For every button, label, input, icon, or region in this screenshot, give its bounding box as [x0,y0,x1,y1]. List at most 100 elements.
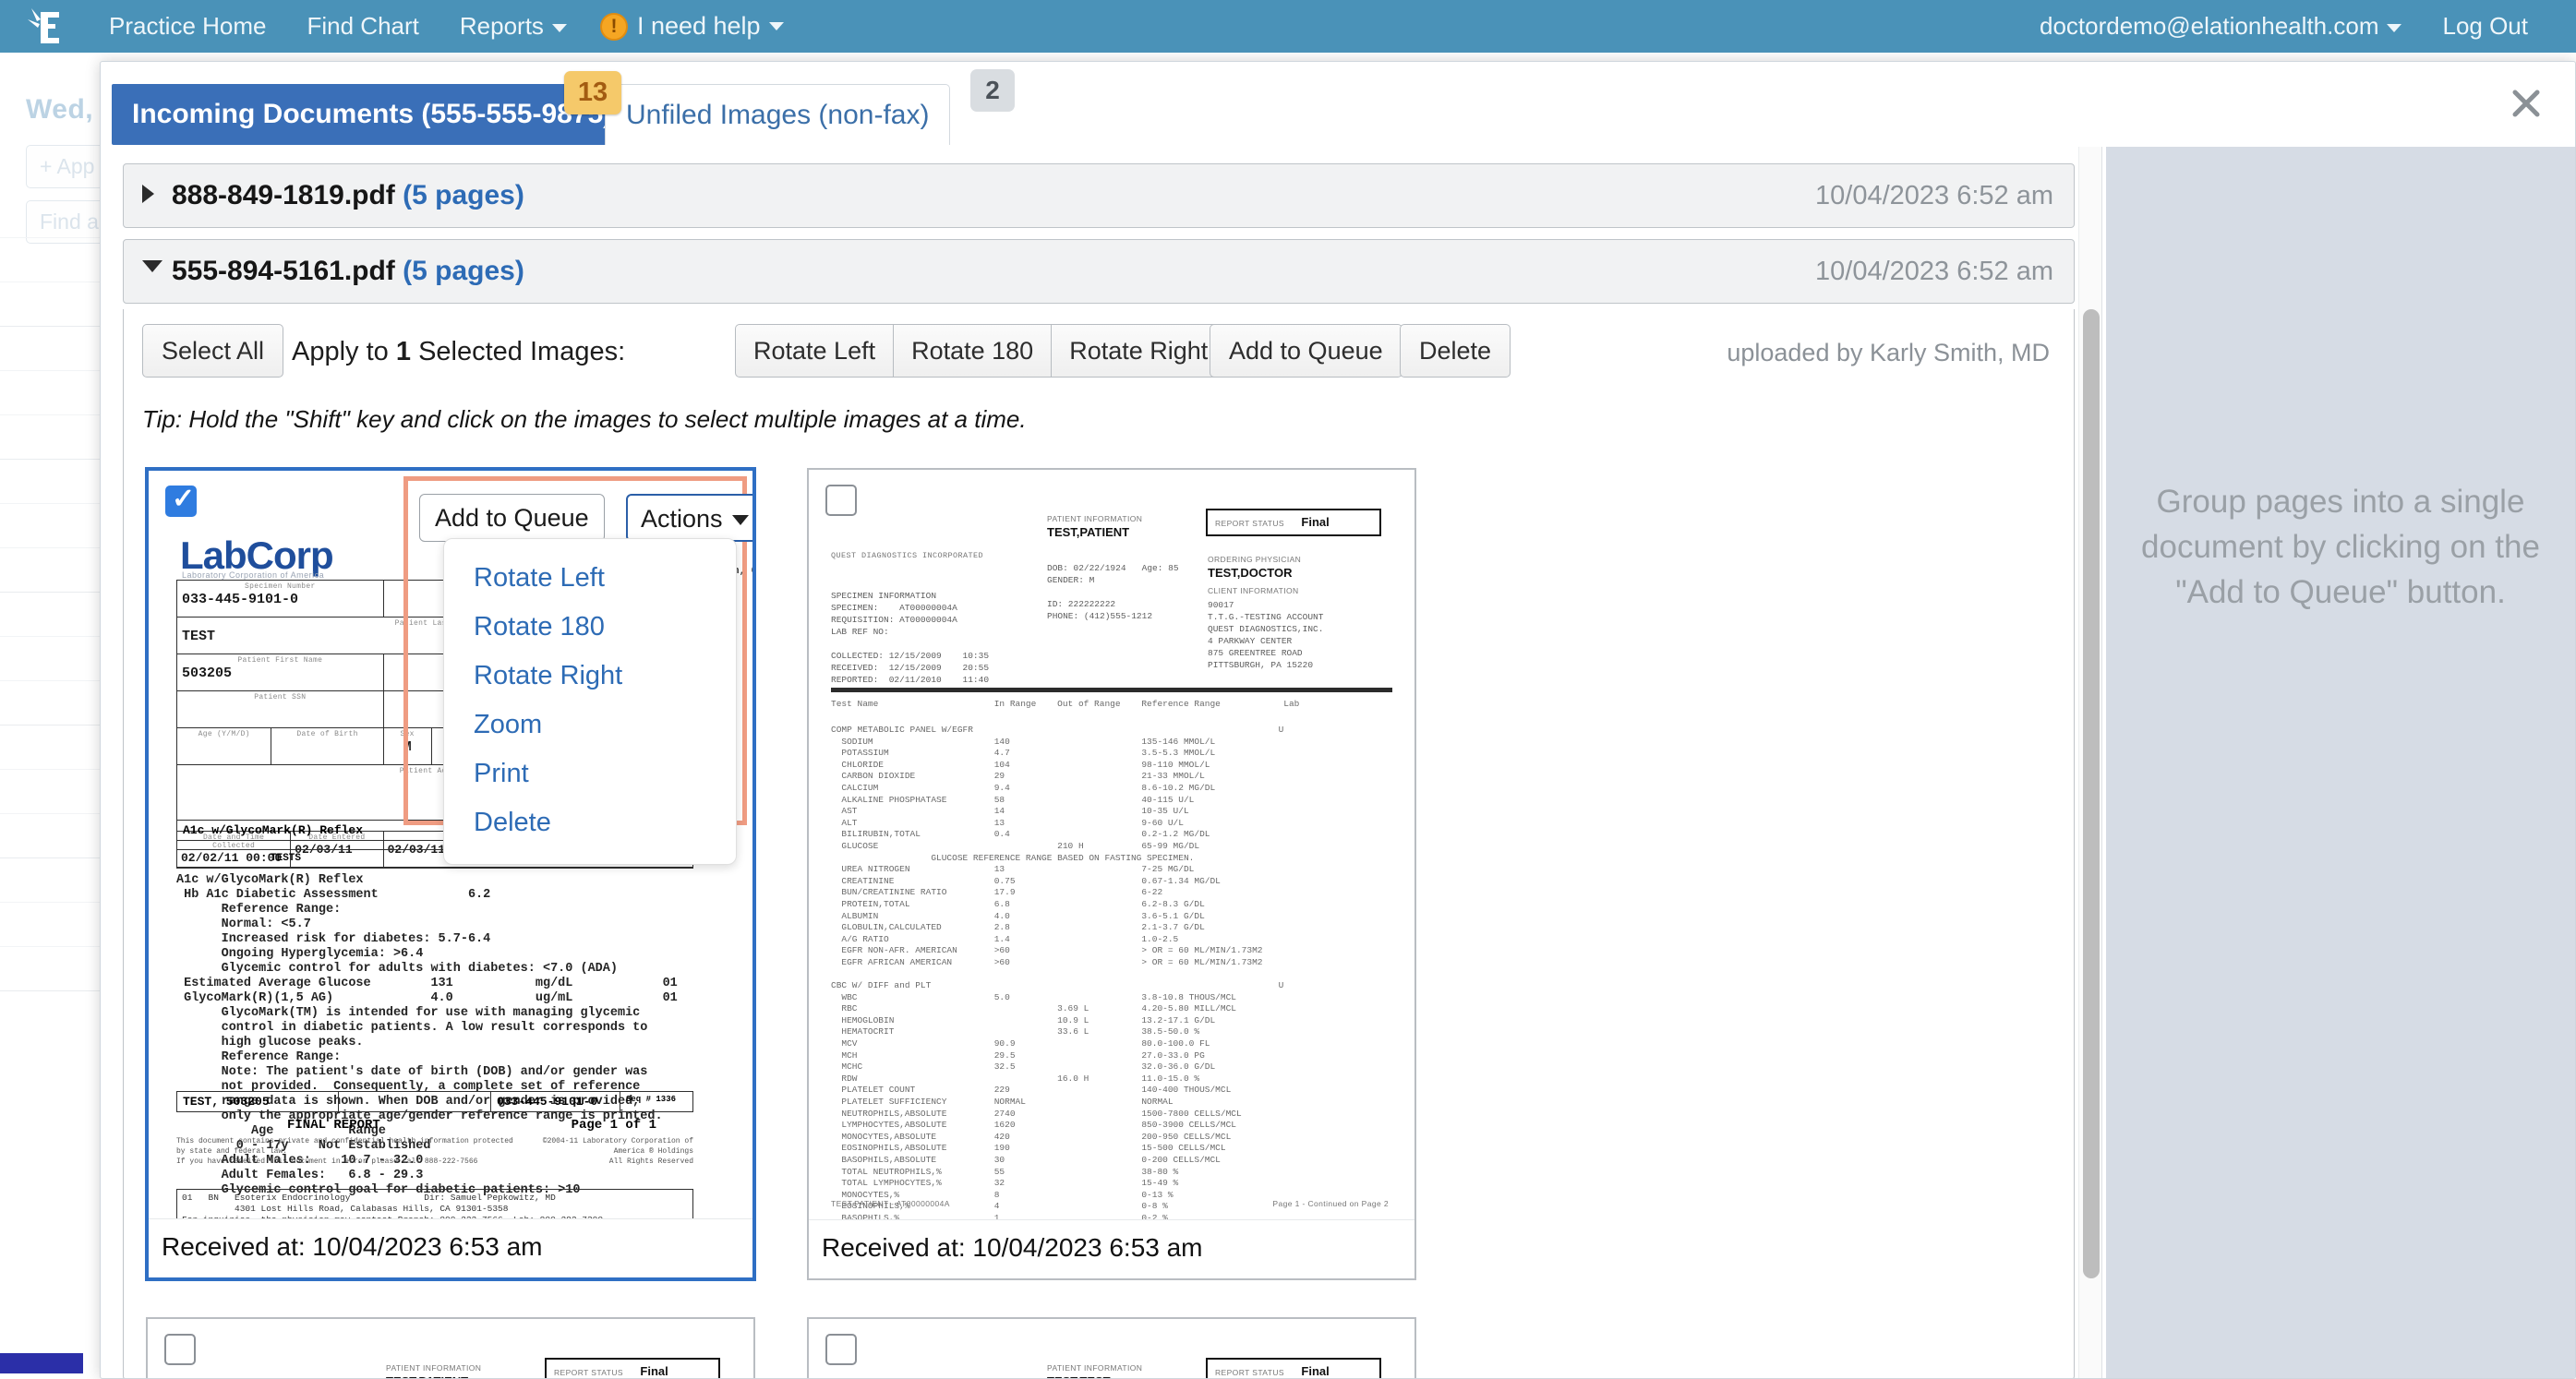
quest-ordering-name: TEST,DOCTOR [1208,566,1293,580]
scanned-page-3: PATIENT INFORMATION TEST,PATIENT REPORT … [148,1319,753,1378]
quest-report-status: Final [1301,515,1330,529]
scrollbar-thumb[interactable] [2083,309,2100,1278]
quest-ordering-label: ORDERING PHYSICIAN [1208,555,1302,564]
menu-item-delete[interactable]: Delete [444,798,736,847]
quest-specimen-block: SPECIMEN INFORMATION SPECIMEN: AT0000000… [831,591,990,685]
document-row-collapsed[interactable]: 888-849-1819.pdf (5 pages) 10/04/2023 6:… [123,163,2075,228]
apply-suffix: Selected Images: [418,337,626,366]
nav-practice-home[interactable]: Practice Home [89,0,287,53]
quest-report-status-box: REPORT STATUS Final [1206,509,1381,536]
document-name-2: 555-894-5161.pdf (5 pages) [172,256,524,287]
nav-help-label: I need help [636,12,761,40]
nav-i-need-help[interactable]: ! I need help [587,0,784,53]
quest-report-status-box-4: REPORT STATUS Final [1206,1358,1381,1378]
doc-filename-2: 555-894-5161.pdf [172,256,395,286]
delete-button[interactable]: Delete [1400,324,1511,378]
image-toolbar: Select All Apply to 1 Selected Images: R… [124,309,2074,392]
labcorp-final-report: FINAL REPORT [287,1118,380,1133]
quest-report-status-label-3: REPORT STATUS [554,1368,623,1377]
chevron-down-icon-doc[interactable] [142,260,163,272]
thumbnail-page-1[interactable]: LabCorp Laboratory Corporation of Americ… [146,468,755,1280]
thumbnail-page-2[interactable]: QUEST DIAGNOSTICS INCORPORATED SPECIMEN … [807,468,1416,1280]
document-name-1: 888-849-1819.pdf (5 pages) [172,180,524,211]
overlay-actions-button[interactable]: Actions [626,494,752,542]
close-icon[interactable] [2505,82,2547,125]
badge-unfiled-count: 2 [970,69,1015,112]
logout-button[interactable]: Log Out [2422,0,2548,53]
rotate-180-button[interactable]: Rotate 180 [893,324,1052,378]
document-date-1: 10/04/2023 6:52 am [1815,181,2053,210]
quest-patient-label-3: PATIENT INFORMATION [386,1363,482,1373]
received-at-label-1: Received at: 10/04/2023 6:53 am [149,1218,752,1277]
select-all-button[interactable]: Select All [142,324,284,378]
labcorp-end-seq: Seq # 1336 [626,1095,677,1104]
thumbnail-checkbox-1[interactable] [165,483,197,517]
quest-client-block: 90017 T.T.G.-TESTING ACCOUNT QUEST DIAGN… [1208,600,1324,670]
thumbnail-checkbox-3[interactable] [164,1334,196,1365]
chevron-down-icon-account [2387,23,2402,32]
thumbnail-page-4[interactable]: PATIENT INFORMATION TEST,TEST REPORT STA… [807,1317,1416,1378]
scanned-page-2: QUEST DIAGNOSTICS INCORPORATED SPECIMEN … [809,470,1414,1223]
quest-patient-label-4: PATIENT INFORMATION [1047,1363,1143,1373]
labcorp-end-patient: TEST, 503205 [177,1092,339,1111]
nav-right-group: doctordemo@elationhealth.com Log Out [2019,0,2576,53]
rotate-left-button[interactable]: Rotate Left [735,324,894,378]
received-at-label-2: Received at: 10/04/2023 6:53 am [809,1219,1414,1278]
document-date-2: 10/04/2023 6:52 am [1815,257,2053,286]
add-to-queue-button[interactable]: Add to Queue [1210,324,1402,378]
account-email: doctordemo@elationhealth.com [2039,12,2379,40]
tab-incoming-documents[interactable]: Incoming Documents (555-555-9875) [112,84,633,145]
quest-table-header: Test Name In Range Out of Range Referenc… [831,699,1300,709]
queue-hint-text: Group pages into a single document by cl… [2141,484,2540,610]
chevron-down-icon-actions [731,515,749,526]
quest-footer-right: Page 1 - Continued on Page 2 [1272,1199,1389,1208]
quest-company: QUEST DIAGNOSTICS INCORPORATED [831,551,984,560]
nav-find-chart[interactable]: Find Chart [287,0,439,53]
modal-scrollbar[interactable] [2078,147,2102,1378]
thumbnail-checkbox-4[interactable] [825,1334,857,1365]
document-row-expanded[interactable]: 555-894-5161.pdf (5 pages) 10/04/2023 6:… [123,239,2075,304]
quest-table-body: COMP METABOLIC PANEL W/EGFR U SODIUM 140… [831,725,1284,1223]
thumbnail-checkbox-2[interactable] [825,485,857,516]
account-menu[interactable]: doctordemo@elationhealth.com [2019,0,2423,53]
quest-report-status-label-4: REPORT STATUS [1215,1368,1284,1377]
tab-unfiled-images[interactable]: Unfiled Images (non-fax) [605,84,951,145]
menu-item-rotate-left[interactable]: Rotate Left [444,554,736,603]
menu-item-rotate-right[interactable]: Rotate Right [444,652,736,701]
uploaded-by-label: uploaded by Karly Smith, MD [1727,339,2050,366]
labcorp-disclaimer-right: ©2004-11 Laboratory Corporation of Ameri… [542,1137,693,1166]
menu-item-print[interactable]: Print [444,749,736,798]
warning-icon: ! [599,12,628,41]
expanded-document-panel: Select All Apply to 1 Selected Images: R… [123,309,2075,1378]
labcorp-disclaimer: This document contains private and confi… [176,1133,693,1167]
chevron-right-icon[interactable] [142,185,154,203]
quest-patient-name-3: TEST,PATIENT [386,1374,468,1378]
overlay-actions-label: Actions [641,505,723,533]
top-navigation-bar: Practice Home Find Chart Reports ! I nee… [0,0,2576,53]
rotate-right-button[interactable]: Rotate Right [1051,324,1227,378]
labcorp-disclaimer-left: This document contains private and confi… [176,1137,513,1166]
actions-dropdown-menu: Rotate Left Rotate 180 Rotate Right Zoom… [443,538,737,865]
labcorp-col-tests: TESTS [271,853,302,864]
doc-filename-1: 888-849-1819.pdf [172,180,395,210]
quest-patient-label: PATIENT INFORMATION [1047,514,1143,523]
overlay-add-to-queue-button[interactable]: Add to Queue [419,494,605,542]
menu-item-rotate-180[interactable]: Rotate 180 [444,603,736,652]
labcorp-sublogo: Laboratory Corporation of America [182,570,325,580]
shift-select-tip: Tip: Hold the "Shift" key and click on t… [142,405,1027,433]
rotate-button-group: Rotate Left Rotate 180 Rotate Right [735,324,1227,378]
selected-count: 1 [395,337,411,366]
apply-prefix: Apply to [292,337,389,366]
thumbnail-page-3[interactable]: PATIENT INFORMATION TEST,PATIENT REPORT … [146,1317,755,1378]
nav-reports[interactable]: Reports [439,0,587,53]
calendar-date-label: Wed, [26,94,94,125]
chevron-down-icon [551,23,567,32]
scanned-page-4: PATIENT INFORMATION TEST,TEST REPORT STA… [809,1319,1414,1378]
quest-footer-left: TEST,PATIENT - AT00000004A [831,1199,950,1208]
elation-logo-icon[interactable] [0,0,89,53]
incoming-documents-modal: Incoming Documents (555-555-9875) Unfile… [100,61,2576,1379]
menu-item-zoom[interactable]: Zoom [444,701,736,749]
chevron-down-icon-help [768,22,784,30]
nav-reports-label: Reports [459,12,544,40]
calendar-marker [0,1353,83,1373]
